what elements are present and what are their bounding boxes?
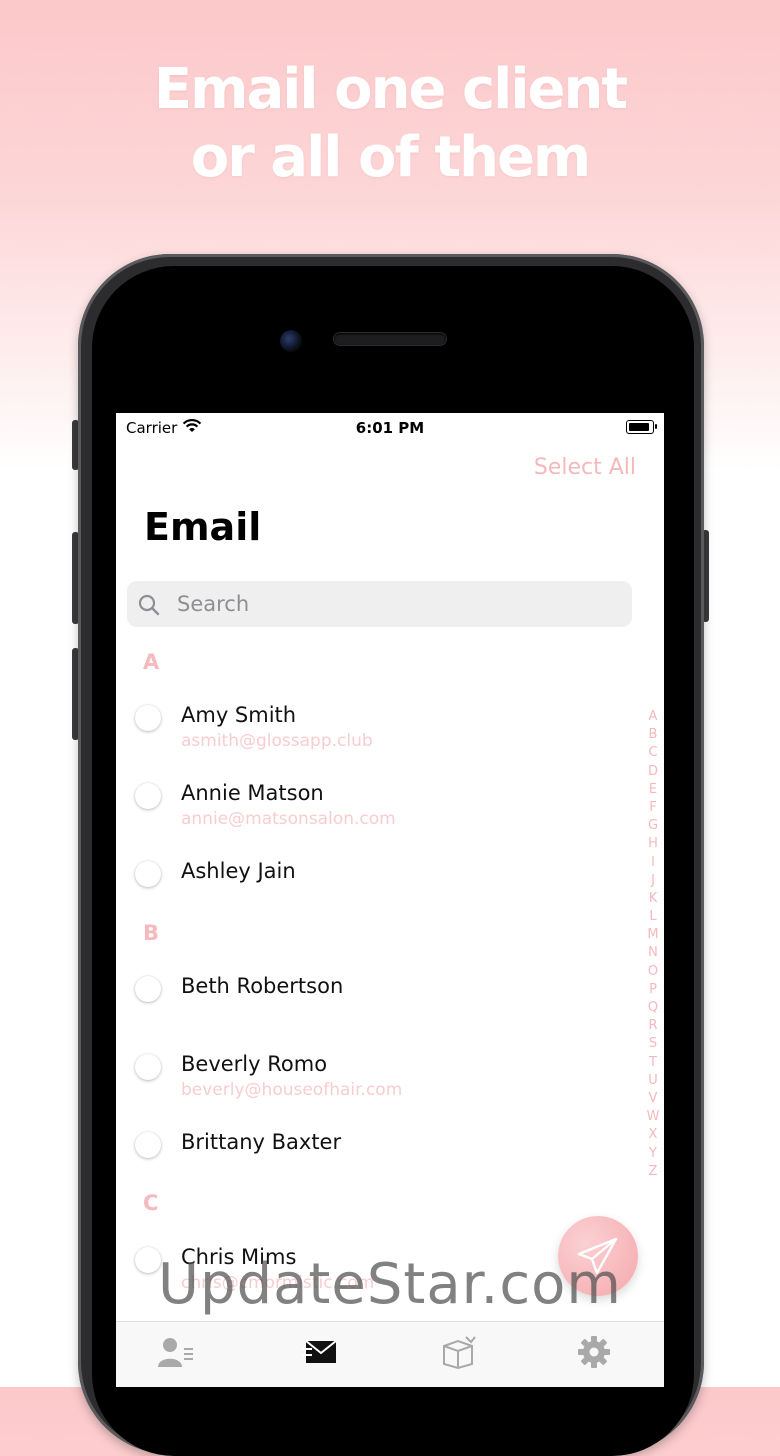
client-name: Annie Matson	[181, 781, 324, 805]
select-radio[interactable]	[135, 861, 161, 887]
index-letter[interactable]: W	[641, 1108, 664, 1126]
index-letter[interactable]: C	[641, 744, 664, 762]
index-letter[interactable]: T	[641, 1054, 664, 1072]
tab-bar	[116, 1321, 664, 1387]
search-placeholder: Search	[177, 592, 250, 616]
index-letter[interactable]: P	[641, 981, 664, 999]
index-letter[interactable]: H	[641, 835, 664, 853]
section-header-b: B	[143, 921, 160, 945]
select-radio[interactable]	[135, 783, 161, 809]
index-letter[interactable]: R	[641, 1017, 664, 1035]
index-letter[interactable]: L	[641, 908, 664, 926]
index-letter[interactable]: Y	[641, 1145, 664, 1163]
tab-clients[interactable]	[156, 1334, 216, 1374]
index-letter[interactable]: G	[641, 817, 664, 835]
select-radio[interactable]	[135, 976, 161, 1002]
section-header-a: A	[143, 650, 160, 674]
tab-products[interactable]	[438, 1334, 498, 1374]
index-letter[interactable]: F	[641, 799, 664, 817]
index-letter[interactable]: B	[641, 726, 664, 744]
index-letter[interactable]: D	[641, 763, 664, 781]
headline-line-2: or all of them	[190, 125, 592, 190]
index-letter[interactable]: I	[641, 854, 664, 872]
client-email: asmith@glossapp.club	[181, 731, 373, 751]
index-letter[interactable]: X	[641, 1126, 664, 1144]
client-row[interactable]: Ashley Jain	[116, 854, 636, 924]
client-row[interactable]: Annie Matson annie@matsonsalon.com	[116, 776, 636, 846]
client-name: Brittany Baxter	[181, 1130, 342, 1154]
status-time: 6:01 PM	[355, 419, 425, 437]
watermark-text: UpdateStar.com	[158, 1252, 622, 1317]
index-letter[interactable]: A	[641, 708, 664, 726]
client-row[interactable]: Brittany Baxter	[116, 1125, 636, 1195]
index-letter[interactable]: Q	[641, 999, 664, 1017]
app-screen: Carrier 6:01 PM Select All Email Search …	[116, 413, 664, 1387]
gear-icon	[574, 1336, 614, 1374]
client-name: Ashley Jain	[181, 859, 296, 883]
client-name: Beth Robertson	[181, 974, 344, 998]
select-all-button[interactable]: Select All	[534, 455, 636, 480]
email-icon	[302, 1340, 342, 1374]
front-camera	[280, 330, 302, 352]
index-letter[interactable]: V	[641, 1090, 664, 1108]
client-row[interactable]: Amy Smith asmith@glossapp.club	[116, 698, 636, 768]
tab-email[interactable]	[302, 1334, 362, 1374]
index-letter[interactable]: Z	[641, 1163, 664, 1181]
earpiece-speaker	[334, 333, 446, 345]
index-letter[interactable]: E	[641, 781, 664, 799]
index-letter[interactable]: S	[641, 1035, 664, 1053]
client-row[interactable]: Beverly Romo beverly@houseofhair.com	[116, 1047, 636, 1117]
status-bar: Carrier 6:01 PM	[116, 413, 664, 443]
search-field[interactable]: Search	[127, 581, 632, 627]
index-letter[interactable]: J	[641, 872, 664, 890]
section-header-c: C	[143, 1191, 159, 1215]
page-title: Email	[144, 505, 262, 549]
client-name: Beverly Romo	[181, 1052, 328, 1076]
client-email: annie@matsonsalon.com	[181, 809, 396, 829]
select-radio[interactable]	[135, 1132, 161, 1158]
index-letter[interactable]: K	[641, 890, 664, 908]
box-icon	[438, 1336, 478, 1374]
clients-icon	[156, 1338, 196, 1374]
client-name: Amy Smith	[181, 703, 297, 727]
promo-headline: Email one client or all of them	[0, 56, 780, 192]
select-radio[interactable]	[135, 705, 161, 731]
select-radio[interactable]	[135, 1054, 161, 1080]
index-letter[interactable]: U	[641, 1072, 664, 1090]
client-email: beverly@houseofhair.com	[181, 1080, 403, 1100]
index-letter[interactable]: O	[641, 963, 664, 981]
section-index[interactable]: ABCDEFGHIJKLMNOPQRSTUVWXYZ	[641, 708, 664, 1181]
search-icon	[137, 593, 161, 621]
tab-settings[interactable]	[574, 1334, 634, 1374]
index-letter[interactable]: M	[641, 926, 664, 944]
index-letter[interactable]: N	[641, 944, 664, 962]
battery-icon	[626, 420, 657, 434]
headline-line-1: Email one client	[153, 57, 628, 122]
client-row[interactable]: Beth Robertson	[116, 969, 636, 1039]
